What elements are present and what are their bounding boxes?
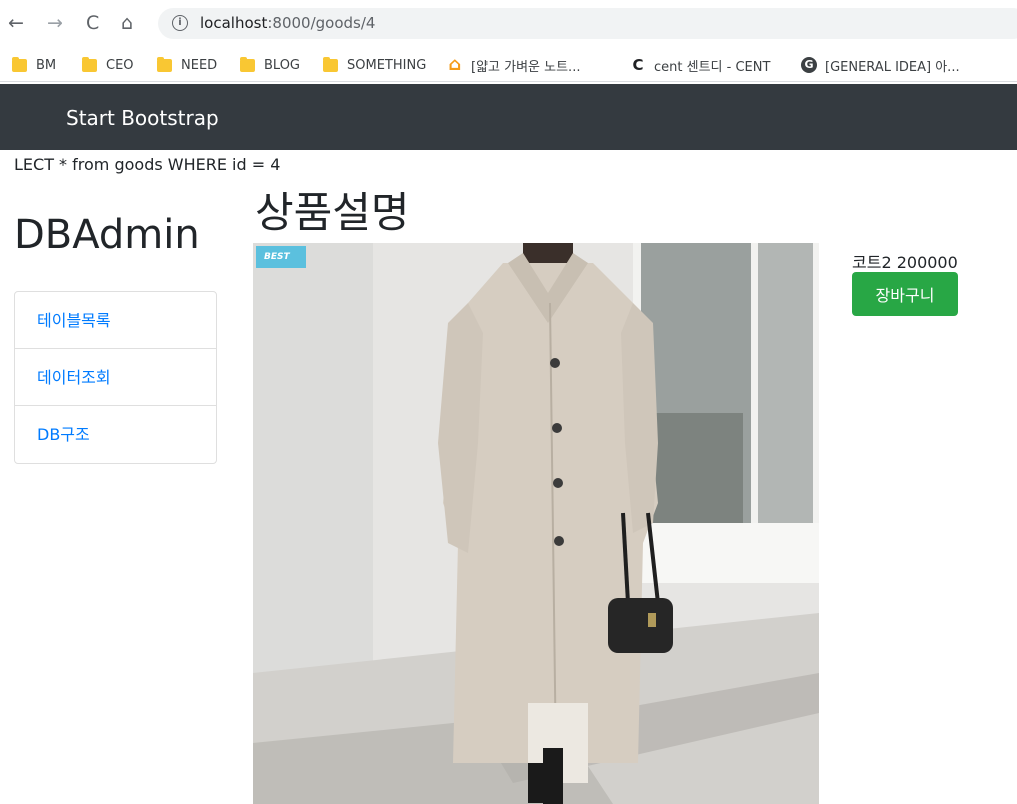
sidebar-item-table-list[interactable]: 테이블목록 (15, 292, 216, 349)
home-favicon-icon: ⌂ (448, 54, 462, 75)
navbar-brand[interactable]: Start Bootstrap (66, 106, 219, 130)
folder-icon (12, 56, 27, 72)
best-badge: BEST (256, 246, 306, 268)
product-info-text: 코트2 200000 (852, 253, 958, 272)
product-image: BEST (253, 243, 819, 804)
bookmark-bm[interactable]: BM (12, 55, 56, 75)
forward-arrow-icon[interactable]: → (47, 12, 63, 34)
sidebar-title: DBAdmin (14, 212, 200, 258)
address-bar[interactable]: i localhost:8000/goods/4 (158, 8, 1017, 39)
info-icon[interactable]: i (172, 15, 188, 31)
sidebar-item-db-structure[interactable]: DB구조 (15, 406, 216, 463)
bookmark-label: BLOG (264, 57, 301, 73)
folder-icon (323, 56, 338, 72)
bookmark-label: BM (36, 57, 57, 73)
bookmark-notebook[interactable]: ⌂ [얇고 가벼운 노트... (447, 54, 581, 75)
sidebar-menu: 테이블목록 데이터조회 DB구조 (14, 291, 217, 464)
bookmark-label: cent 센트디 - CENT (654, 59, 771, 75)
add-to-cart-button[interactable]: 장바구니 (852, 272, 958, 316)
bookmark-label: CEO (106, 57, 134, 73)
url-text[interactable]: localhost:8000/goods/4 (200, 14, 375, 32)
c-favicon-icon: C (632, 56, 644, 74)
bookmark-ceo[interactable]: CEO (82, 55, 134, 75)
bookmark-general-idea[interactable]: G [GENERAL IDEA] 아... (801, 55, 960, 75)
folder-icon (157, 56, 172, 72)
bookmark-something[interactable]: SOMETHING (323, 55, 426, 75)
sql-query-text: LECT * from goods WHERE id = 4 (14, 155, 281, 174)
bookmark-label: NEED (181, 57, 218, 73)
home-icon[interactable]: ⌂ (121, 12, 133, 34)
folder-icon (240, 56, 255, 72)
back-arrow-icon[interactable]: ← (8, 12, 24, 34)
top-navbar: Start Bootstrap (0, 84, 1017, 150)
bookmark-label: SOMETHING (347, 57, 427, 73)
g-favicon-icon: G (801, 57, 817, 73)
browser-toolbar: ← → C ⌂ i localhost:8000/goods/4 (0, 0, 1017, 47)
folder-icon (82, 56, 97, 72)
coat-photo (253, 243, 819, 804)
sidebar-item-data-view[interactable]: 데이터조회 (15, 349, 216, 406)
bookmark-label: [얇고 가벼운 노트... (471, 59, 581, 75)
bookmarks-bar: BM CEO NEED BLOG SOMETHING ⌂ [얇고 가벼운 노트..… (0, 47, 1017, 82)
url-path: :8000/goods/4 (267, 14, 376, 32)
bookmark-blog[interactable]: BLOG (240, 55, 300, 75)
reload-icon[interactable]: C (86, 12, 99, 34)
bookmark-label: [GENERAL IDEA] 아... (825, 59, 960, 75)
page-title: 상품설명 (255, 188, 410, 237)
bookmark-cent[interactable]: Ccent 센트디 - CENT (630, 55, 770, 75)
bookmark-need[interactable]: NEED (157, 55, 217, 75)
url-host: localhost (200, 14, 268, 32)
